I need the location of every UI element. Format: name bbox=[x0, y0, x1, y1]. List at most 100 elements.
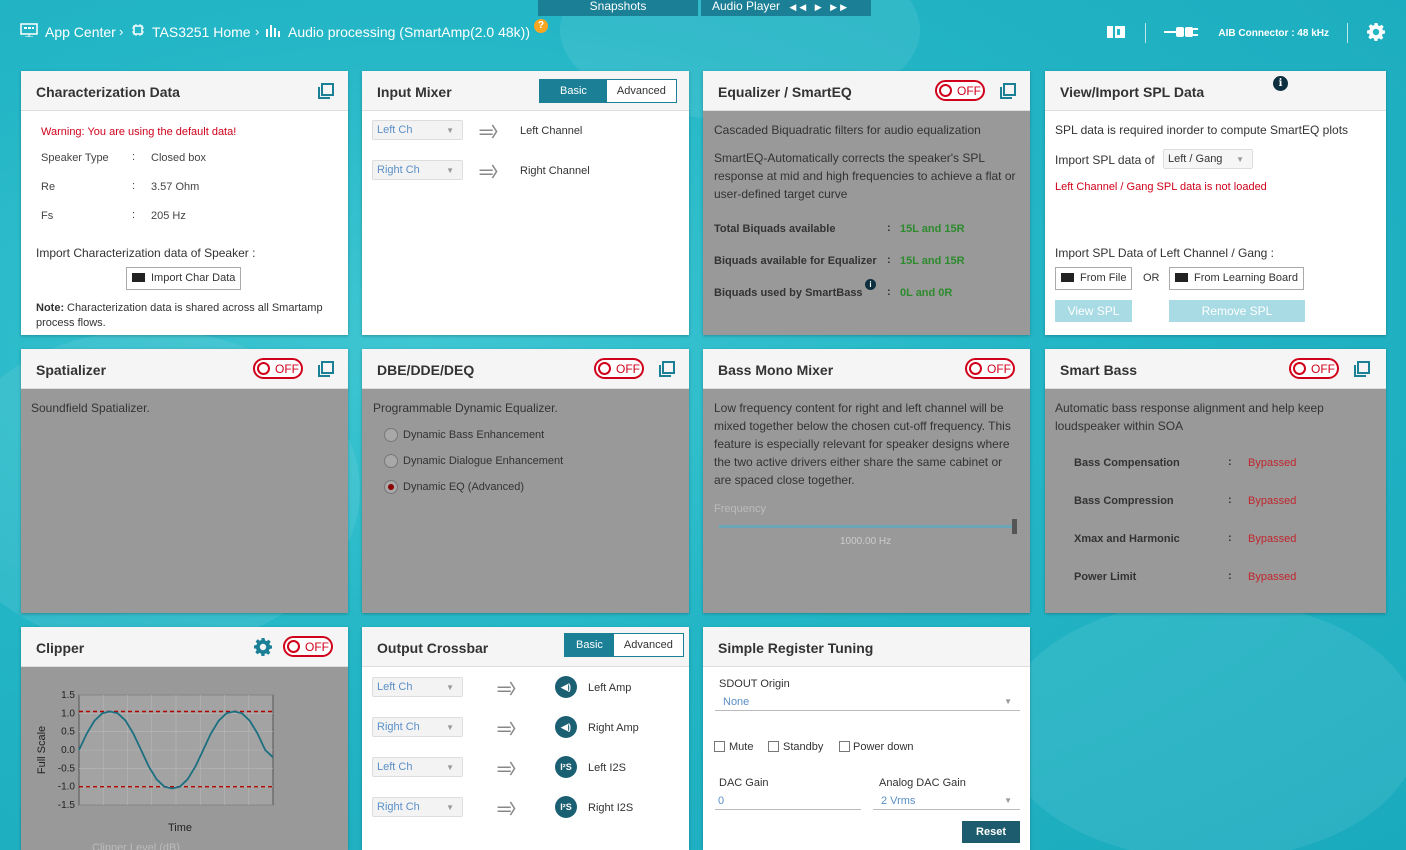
bass-feature-label: Power Limit bbox=[1074, 571, 1137, 583]
i2s-icon: I²S bbox=[555, 796, 577, 818]
route-arrow-icon: ==〉 bbox=[497, 721, 523, 737]
breadcrumb-audio-processing[interactable]: Audio processing (SmartAmp(2.0 48k)) ? bbox=[265, 18, 548, 40]
panel-title: Clipper bbox=[36, 640, 85, 656]
breadcrumb-label: TAS3251 Home bbox=[152, 23, 251, 40]
y-tick-label: 1.0 bbox=[61, 708, 75, 719]
help-icon[interactable]: ? bbox=[534, 18, 548, 33]
spatializer-toggle[interactable]: OFF bbox=[253, 358, 303, 379]
panel-header: View/Import SPL Data i bbox=[1045, 71, 1386, 111]
info-icon[interactable]: i bbox=[865, 279, 876, 290]
radio-dbe[interactable] bbox=[384, 428, 398, 442]
toggle-knob bbox=[969, 362, 982, 375]
view-spl-button[interactable]: View SPL bbox=[1055, 300, 1132, 322]
audio-player-tab[interactable]: Audio Player ◀◀ ▶ ▶▶ bbox=[701, 0, 871, 16]
dac-gain-label: DAC Gain bbox=[719, 777, 769, 789]
chevron-down-icon: ▼ bbox=[446, 763, 454, 772]
basic-tab[interactable]: Basic bbox=[540, 80, 607, 102]
clipper-panel: Clipper OFF 1.5 1.0 0.5 0.0 -0.5 -1.0 -1.5 Time… bbox=[21, 627, 348, 850]
popout-icon[interactable] bbox=[1354, 361, 1370, 377]
settings-gear-icon[interactable] bbox=[1366, 22, 1386, 45]
radio-deq[interactable] bbox=[384, 480, 398, 494]
checkbox-label: Mute bbox=[729, 741, 754, 753]
output-crossbar-panel: Output Crossbar Basic Advanced Left Ch ▼ … bbox=[362, 627, 689, 850]
panel-body: Low frequency content for right and left… bbox=[703, 389, 1030, 613]
colon: : bbox=[1228, 570, 1232, 582]
sdout-select[interactable]: None ▼ bbox=[715, 693, 1020, 711]
note-text: Characterization data is shared across a… bbox=[67, 302, 323, 314]
basic-tab[interactable]: Basic bbox=[565, 634, 614, 656]
analog-dac-gain-select[interactable]: 2 Vrms ▼ bbox=[873, 792, 1020, 810]
toggle-label: OFF bbox=[616, 362, 640, 376]
speaker-type-label: Speaker Type bbox=[41, 152, 109, 164]
reset-button[interactable]: Reset bbox=[962, 821, 1020, 843]
chevron-down-icon: ▼ bbox=[446, 803, 454, 812]
equalizer-toggle[interactable]: OFF bbox=[935, 80, 985, 101]
audio-bars-icon bbox=[265, 23, 281, 40]
output-source-select[interactable]: Right Ch ▼ bbox=[372, 717, 463, 737]
toggle-knob bbox=[287, 640, 300, 653]
select-value: Left Ch bbox=[377, 681, 413, 693]
input-mixer-panel: Input Mixer Basic Advanced Left Ch ▼ ==〉 … bbox=[362, 71, 689, 335]
import-char-button[interactable]: Import Char Data bbox=[126, 267, 242, 290]
re-value: 3.57 Ohm bbox=[151, 181, 200, 193]
panel-body: SPL data is required inorder to compute … bbox=[1045, 111, 1386, 335]
colon: : bbox=[1228, 532, 1232, 544]
left-input-select[interactable]: Left Ch ▼ bbox=[372, 120, 463, 140]
button-label: Import Char Data bbox=[151, 272, 236, 284]
remove-spl-button[interactable]: Remove SPL bbox=[1169, 300, 1305, 322]
from-learning-board-button[interactable]: From Learning Board bbox=[1169, 267, 1304, 290]
panel-title: Smart Bass bbox=[1060, 362, 1138, 378]
panel-title: DBE/DDE/DEQ bbox=[377, 362, 475, 378]
device-icon[interactable] bbox=[1105, 24, 1127, 43]
checkbox-label: Power down bbox=[853, 741, 914, 753]
panel-title: View/Import SPL Data bbox=[1060, 84, 1205, 100]
popout-icon[interactable] bbox=[318, 83, 334, 99]
chevron-down-icon: ▼ bbox=[446, 683, 454, 692]
frequency-slider-handle[interactable] bbox=[1012, 519, 1017, 534]
panel-header: Bass Mono Mixer OFF bbox=[703, 349, 1030, 389]
clipper-toggle[interactable]: OFF bbox=[283, 636, 333, 657]
popout-icon[interactable] bbox=[1000, 83, 1016, 99]
toggle-label: OFF bbox=[1311, 362, 1335, 376]
smart-bass-toggle[interactable]: OFF bbox=[1289, 358, 1339, 379]
advanced-tab[interactable]: Advanced bbox=[613, 634, 683, 656]
panel-body: Automatic bass response alignment and he… bbox=[1045, 389, 1386, 613]
output-source-select[interactable]: Left Ch ▼ bbox=[372, 757, 463, 777]
snapshots-tab[interactable]: Snapshots bbox=[538, 0, 698, 16]
radio-label: Dynamic Dialogue Enhancement bbox=[403, 455, 564, 467]
settings-gear-icon[interactable] bbox=[253, 637, 273, 660]
folder-icon bbox=[1061, 273, 1074, 282]
info-icon[interactable]: i bbox=[1273, 76, 1288, 91]
plug-icon bbox=[1164, 25, 1216, 42]
mute-checkbox[interactable] bbox=[714, 741, 725, 752]
popout-icon[interactable] bbox=[318, 361, 334, 377]
breadcrumb-app-center[interactable]: App Center bbox=[20, 23, 116, 40]
breadcrumb-home[interactable]: TAS3251 Home bbox=[131, 23, 251, 40]
standby-checkbox[interactable] bbox=[768, 741, 779, 752]
right-input-select[interactable]: Right Ch ▼ bbox=[372, 160, 463, 180]
advanced-tab[interactable]: Advanced bbox=[606, 80, 676, 102]
popout-icon[interactable] bbox=[659, 361, 675, 377]
dac-gain-input[interactable]: 0 bbox=[715, 792, 861, 810]
i2s-icon: I²S bbox=[555, 756, 577, 778]
from-file-button[interactable]: From File bbox=[1055, 267, 1133, 290]
frequency-slider-track[interactable] bbox=[719, 519, 1017, 534]
route-arrow-icon: ==〉 bbox=[497, 801, 523, 817]
mode-segmented-control: Basic Advanced bbox=[539, 79, 677, 103]
spatializer-panel: Spatializer OFF Soundfield Spatializer. bbox=[21, 349, 348, 613]
output-source-select[interactable]: Left Ch ▼ bbox=[372, 677, 463, 697]
output-source-select[interactable]: Right Ch ▼ bbox=[372, 797, 463, 817]
smart-bass-panel: Smart Bass OFF Automatic bass response a… bbox=[1045, 349, 1386, 613]
radio-dde[interactable] bbox=[384, 454, 398, 468]
powerdown-checkbox[interactable] bbox=[839, 741, 850, 752]
panel-title: Input Mixer bbox=[377, 84, 452, 100]
bass-mono-toggle[interactable]: OFF bbox=[965, 358, 1015, 379]
smart-bass-description: loudspeaker within SOA bbox=[1055, 419, 1184, 433]
output-target-label: Left I2S bbox=[588, 762, 626, 774]
spl-description: SPL data is required inorder to compute … bbox=[1055, 123, 1349, 137]
dbe-toggle[interactable]: OFF bbox=[594, 358, 644, 379]
spl-channel-select[interactable]: Left / Gang ▼ bbox=[1163, 149, 1253, 169]
fs-label: Fs bbox=[41, 210, 54, 222]
player-controls[interactable]: ◀◀ ▶ ▶▶ bbox=[789, 2, 850, 12]
fs-value: 205 Hz bbox=[151, 210, 186, 222]
